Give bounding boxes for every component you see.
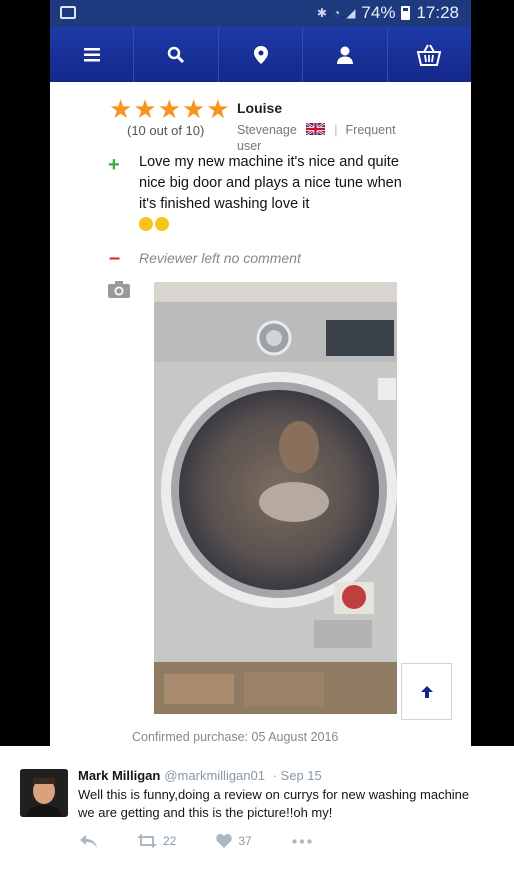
reply-button[interactable] xyxy=(80,834,97,848)
review-content: ★ ★ ★ ★ ★ (10 out of 10) Louise Stevenag… xyxy=(50,82,471,746)
tweet-author-name[interactable]: Mark Milligan xyxy=(78,768,160,783)
more-dots-icon xyxy=(292,838,312,844)
pros-text: Love my new machine it's nice and quite … xyxy=(139,152,409,236)
star-icon: ★ xyxy=(133,94,157,124)
basket-icon xyxy=(417,44,442,66)
heart-icon xyxy=(216,834,233,848)
star-icon: ★ xyxy=(109,94,133,124)
retweet-button[interactable]: 22 xyxy=(137,834,176,848)
grinning-emoji-icon xyxy=(155,217,169,231)
pros-icon: + xyxy=(108,154,120,176)
reviewer-location: Stevenage xyxy=(237,123,297,137)
confirmed-purchase: Confirmed purchase: 05 August 2016 xyxy=(132,730,339,744)
grinning-emoji-icon xyxy=(139,217,153,231)
account-icon xyxy=(336,46,353,64)
battery-icon xyxy=(401,6,411,20)
search-icon xyxy=(167,46,185,63)
status-bar: ✱ ◔ ◢ 74% 17:28 xyxy=(50,0,471,27)
account-button[interactable] xyxy=(303,27,388,82)
uk-flag-icon xyxy=(306,123,326,135)
tweet-actions: 22 37 xyxy=(80,834,352,848)
location-pin-icon xyxy=(253,45,268,64)
reply-icon xyxy=(80,834,97,848)
back-to-top-button[interactable] xyxy=(401,663,452,720)
tweet-handle[interactable]: @markmilligan01 xyxy=(164,768,265,783)
star-icon: ★ xyxy=(181,94,206,124)
review-photo[interactable] xyxy=(154,282,397,714)
reviewer-name: Louise xyxy=(237,100,283,116)
tweet-text: Well this is funny,doing a review on cur… xyxy=(78,787,470,820)
camera-icon xyxy=(108,281,130,298)
status-right: ✱ ◔ ◢ 74% 17:28 xyxy=(317,3,459,23)
like-button[interactable]: 37 xyxy=(216,834,252,848)
clock: 17:28 xyxy=(416,3,459,22)
store-locator-button[interactable] xyxy=(219,27,304,82)
basket-button[interactable] xyxy=(388,27,471,82)
tweet-date[interactable]: · Sep 15 xyxy=(273,768,322,783)
pros-comment: Love my new machine it's nice and quite … xyxy=(139,154,402,212)
rating-score: (10 out of 10) xyxy=(127,123,205,138)
like-count: 37 xyxy=(238,834,252,848)
star-icon: ★ xyxy=(157,94,181,124)
menu-icon xyxy=(83,47,100,61)
reviewer-info: Stevenage | Frequent user xyxy=(237,122,417,154)
retweet-icon xyxy=(137,834,157,848)
profile-photo xyxy=(20,769,68,817)
notification-icon xyxy=(60,6,76,19)
cons-icon: – xyxy=(109,247,121,269)
arrow-up-icon xyxy=(420,685,433,698)
signal-icon: ◢ xyxy=(346,6,356,20)
bluetooth-icon: ✱ xyxy=(316,6,327,20)
wifi-icon: ◔ xyxy=(332,6,341,20)
divider: | xyxy=(334,123,338,137)
star-icon: ★ xyxy=(206,94,230,124)
battery-percent: 74% xyxy=(361,3,396,22)
star-rating: ★ ★ ★ ★ ★ xyxy=(109,96,230,122)
retweet-count: 22 xyxy=(163,834,177,848)
phone-frame: ✱ ◔ ◢ 74% 17:28 ★ ★ ★ ★ ★ (10 out of 10)… xyxy=(0,0,514,746)
tweet: Mark Milligan @markmilligan01 · Sep 15 We… xyxy=(0,746,514,874)
more-button[interactable] xyxy=(292,838,312,844)
washing-machine-image xyxy=(154,282,397,714)
phone-screen: ✱ ◔ ◢ 74% 17:28 ★ ★ ★ ★ ★ (10 out of 10)… xyxy=(50,0,471,746)
avatar[interactable] xyxy=(20,769,68,817)
nav-bar xyxy=(50,27,471,82)
cons-text: Reviewer left no comment xyxy=(139,250,301,266)
menu-button[interactable] xyxy=(50,27,135,82)
search-button[interactable] xyxy=(134,27,219,82)
tweet-header: Mark Milligan @markmilligan01 · Sep 15 xyxy=(78,768,322,783)
